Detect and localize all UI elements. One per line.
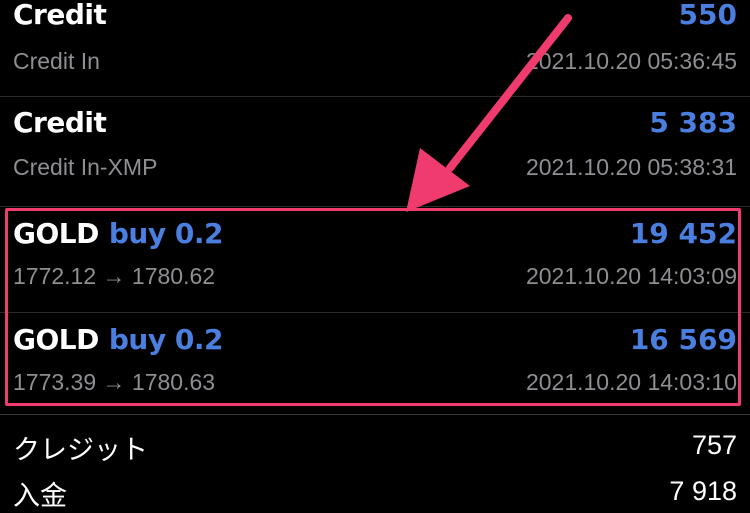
- summary-divider: [0, 414, 750, 415]
- summary-credit-label: クレジット: [13, 435, 148, 466]
- entry-symbol: GOLD: [13, 323, 99, 356]
- entry-timestamp: 2021.10.20 14:03:09: [525, 263, 737, 289]
- entry-comment: Credit In: [13, 48, 100, 74]
- summary-deposit-label: 入金: [13, 481, 67, 512]
- history-entry[interactable]: Credit 5 383 Credit In-XMP 2021.10.20 05…: [0, 97, 750, 205]
- entry-timestamp: 2021.10.20 05:36:45: [525, 48, 737, 74]
- entry-title: Credit: [13, 106, 107, 139]
- summary-deposit-value: 7 918: [669, 476, 737, 506]
- history-entry[interactable]: Credit 550 Credit In 2021.10.20 05:36:45: [0, 0, 750, 95]
- entry-comment: Credit In-XMP: [13, 154, 158, 180]
- entry-timestamp: 2021.10.20 05:38:31: [525, 154, 737, 180]
- entry-amount: 5 383: [649, 106, 737, 139]
- entry-amount: 16 569: [629, 323, 737, 356]
- entry-side: buy 0.2: [108, 323, 224, 356]
- entry-prices: 1772.12 → 1780.62: [13, 263, 216, 289]
- entry-title: Credit: [13, 0, 107, 31]
- summary-deposit-row: 入金 7 918: [0, 466, 750, 512]
- entry-timestamp: 2021.10.20 14:03:10: [525, 369, 737, 395]
- summary-credit-value: 757: [691, 430, 737, 460]
- entry-side: buy 0.2: [108, 217, 224, 250]
- entry-symbol: GOLD: [13, 217, 99, 250]
- entry-amount: 550: [678, 0, 737, 31]
- entry-prices: 1773.39 → 1780.63: [13, 369, 216, 395]
- entry-amount: 19 452: [629, 217, 737, 250]
- entry-title: GOLD buy 0.2: [13, 217, 223, 250]
- entry-title: GOLD buy 0.2: [13, 323, 223, 356]
- history-entry[interactable]: GOLD buy 0.2 19 452 1772.12 → 1780.62 202…: [0, 207, 750, 312]
- history-entry[interactable]: GOLD buy 0.2 16 569 1773.39 → 1780.63 202…: [0, 313, 750, 408]
- summary-credit-row: クレジット 757: [0, 420, 750, 466]
